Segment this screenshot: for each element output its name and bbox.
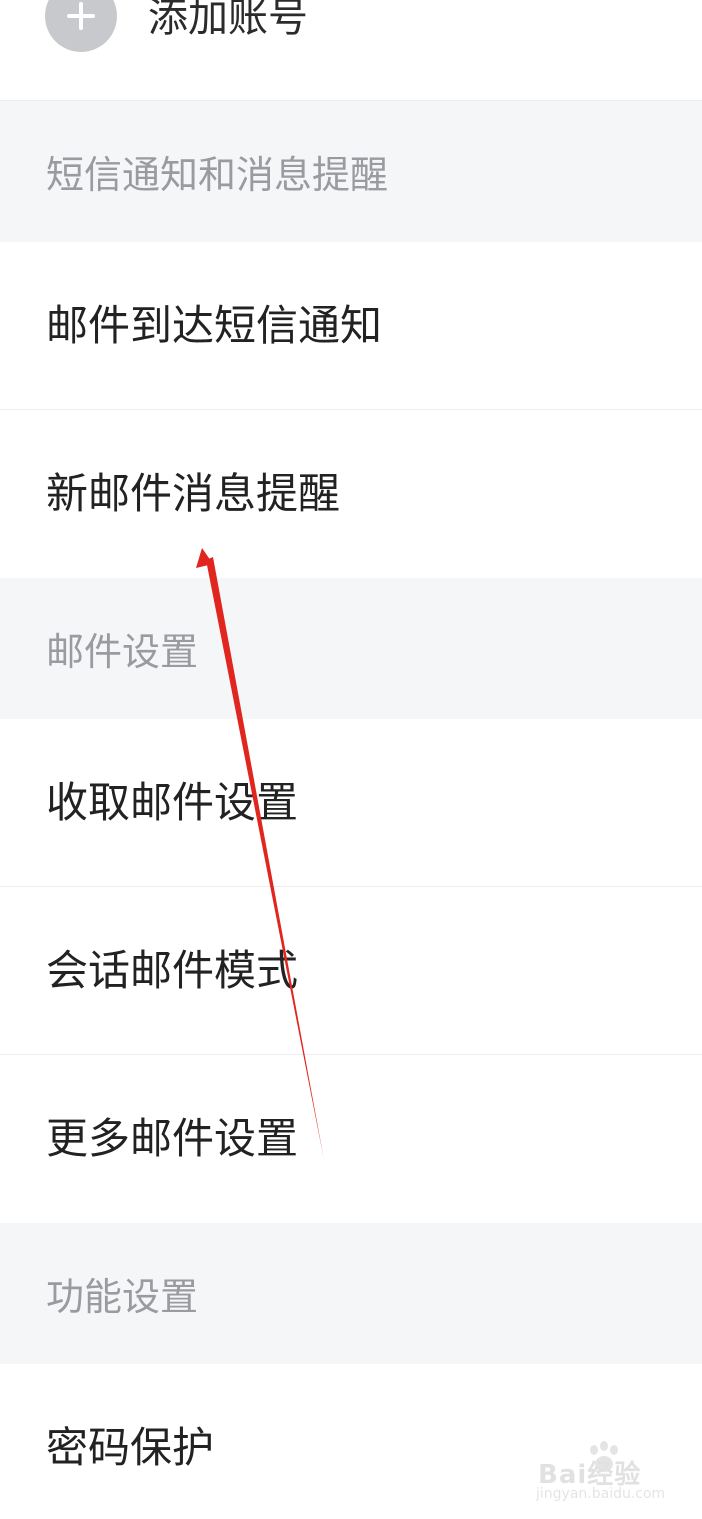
menu-item-new-mail-reminder[interactable]: 新邮件消息提醒 xyxy=(0,410,702,578)
section-title-notifications: 短信通知和消息提醒 xyxy=(46,153,389,197)
menu-item-label: 更多邮件设置 xyxy=(46,1114,299,1163)
baidu-jingyan-watermark: Bai经验 jingyan.baidu.com xyxy=(536,1440,686,1506)
section-header-mail-settings: 邮件设置 xyxy=(0,578,702,719)
menu-item-label: 会话邮件模式 xyxy=(46,946,299,995)
menu-item-mail-arrival-sms[interactable]: 邮件到达短信通知 xyxy=(0,242,702,410)
watermark-url: jingyan.baidu.com xyxy=(536,1486,666,1502)
menu-item-label: 邮件到达短信通知 xyxy=(46,301,383,350)
section-header-notifications: 短信通知和消息提醒 xyxy=(0,101,702,242)
menu-item-label: 密码保护 xyxy=(46,1423,215,1472)
plus-icon xyxy=(45,0,117,52)
section-title-feature-settings: 功能设置 xyxy=(46,1275,199,1319)
menu-item-label: 收取邮件设置 xyxy=(46,778,299,827)
menu-item-fetch-mail-settings[interactable]: 收取邮件设置 xyxy=(0,719,702,887)
section-title-mail-settings: 邮件设置 xyxy=(46,630,199,674)
add-account-row[interactable]: 添加账号 xyxy=(0,0,702,101)
menu-item-label: 新邮件消息提醒 xyxy=(46,469,341,518)
add-account-label: 添加账号 xyxy=(148,0,308,41)
section-header-feature-settings: 功能设置 xyxy=(0,1223,702,1364)
menu-item-conversation-mode[interactable]: 会话邮件模式 xyxy=(0,887,702,1055)
menu-item-more-mail-settings[interactable]: 更多邮件设置 xyxy=(0,1055,702,1223)
